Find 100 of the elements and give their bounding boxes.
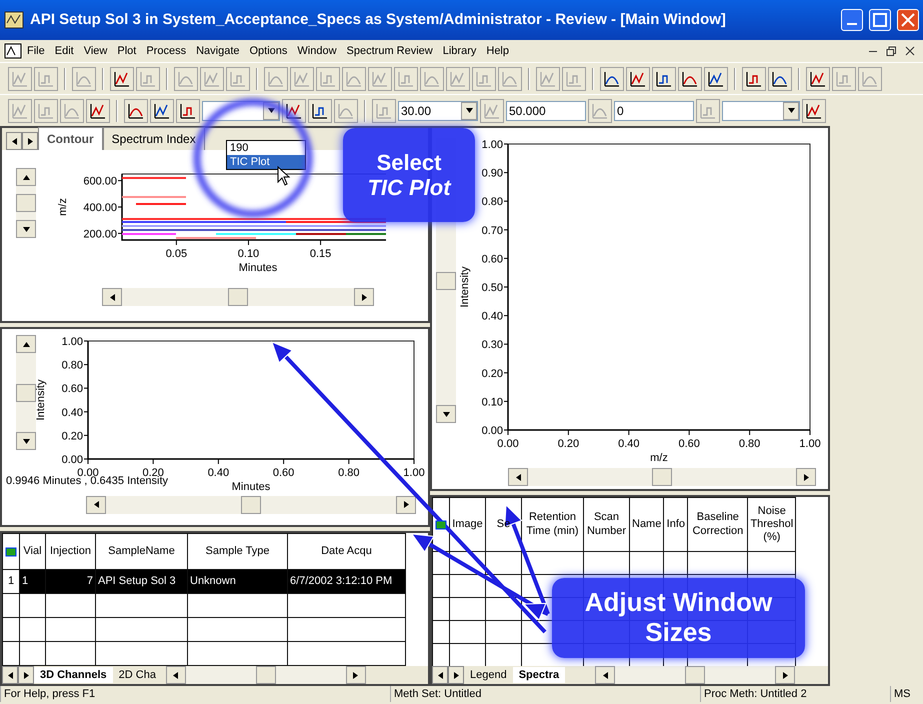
input-field[interactable]: 0: [614, 100, 694, 120]
column-header[interactable]: Info: [664, 498, 688, 552]
column-header[interactable]: Image: [450, 498, 486, 552]
menu-item[interactable]: Window: [292, 42, 342, 60]
menu-item[interactable]: Help: [481, 42, 514, 60]
scroll-thumb[interactable]: [652, 468, 672, 486]
chart-icon: [177, 70, 195, 88]
scroll-left-button[interactable]: [166, 666, 186, 684]
chart-icon: [63, 102, 81, 120]
tab-scroll-button[interactable]: [2, 666, 18, 684]
scroll-down-button[interactable]: [16, 432, 36, 450]
menu-item[interactable]: Navigate: [191, 42, 244, 60]
arrow-icon: [22, 174, 30, 180]
scroll-thumb[interactable]: [16, 194, 36, 212]
menu-item[interactable]: File: [22, 42, 50, 60]
row-header[interactable]: 1: [2, 570, 20, 594]
menu-item[interactable]: Edit: [50, 42, 79, 60]
column-header[interactable]: Scan Number: [584, 498, 630, 552]
dropdown-arrow-icon: [466, 107, 472, 114]
table-cell: Unknown: [188, 570, 288, 594]
chart-icon: [139, 70, 157, 88]
scroll-left-button[interactable]: [86, 496, 106, 514]
chart-icon: [375, 102, 393, 120]
restore-icon[interactable]: [886, 46, 897, 56]
minimize-icon[interactable]: [868, 50, 878, 52]
tab[interactable]: Contour: [38, 127, 103, 150]
menu-item[interactable]: View: [78, 42, 112, 60]
scroll-thumb[interactable]: [685, 666, 706, 684]
tool-button[interactable]: [742, 66, 766, 90]
scroll-down-button[interactable]: [16, 220, 36, 238]
scroll-right-button[interactable]: [346, 666, 366, 684]
tab-scroll-button[interactable]: [22, 132, 38, 150]
scroll-thumb[interactable]: [241, 496, 261, 514]
tick-label: 0.40: [482, 310, 503, 323]
tool-button[interactable]: [150, 98, 174, 122]
menu-item[interactable]: Plot: [112, 42, 142, 60]
tool-button[interactable]: [124, 98, 148, 122]
close-button[interactable]: [897, 9, 919, 31]
tick-label: 0.15: [310, 248, 332, 260]
chart-icon: [423, 70, 441, 88]
tick-label: 0.50: [482, 282, 503, 294]
chart-icon: [629, 70, 647, 88]
tool-button[interactable]: [678, 66, 702, 90]
tick-label: 0.20: [62, 430, 83, 442]
scroll-left-button[interactable]: [508, 468, 528, 486]
column-header[interactable]: Name: [630, 498, 664, 552]
tool-button[interactable]: [802, 98, 826, 122]
chart-icon: [371, 70, 389, 88]
tab[interactable]: Spectra: [512, 666, 566, 684]
tab-scroll-button[interactable]: [18, 666, 34, 684]
tool-button[interactable]: [806, 66, 830, 90]
menu-item[interactable]: Library: [438, 42, 482, 60]
menu-item[interactable]: Process: [141, 42, 192, 60]
tab-scroll-button[interactable]: [6, 132, 22, 150]
tab[interactable]: 2D Cha: [112, 666, 162, 684]
scroll-left-button[interactable]: [595, 666, 616, 684]
scroll-right-button[interactable]: [775, 666, 796, 684]
tool-button[interactable]: [308, 98, 332, 122]
tick-label: 0.40: [208, 467, 230, 479]
status-text: Proc Meth: Untitled 2: [700, 686, 890, 702]
column-header[interactable]: Retention Time (min): [522, 498, 584, 552]
tick-label: 0.80: [482, 196, 503, 208]
input-field[interactable]: 50.000: [506, 100, 586, 120]
scroll-down-button[interactable]: [436, 405, 456, 423]
minimize-button[interactable]: [841, 9, 863, 31]
chart-icon: [449, 70, 467, 88]
tab[interactable]: 3D Channels: [34, 666, 113, 684]
column-header[interactable]: Baseline Correction: [688, 498, 748, 552]
scroll-thumb[interactable]: [436, 272, 456, 290]
tool-button[interactable]: [110, 66, 134, 90]
chart-icon: [603, 70, 621, 88]
tool-button[interactable]: [626, 66, 650, 90]
scroll-thumb[interactable]: [228, 288, 248, 306]
scroll-left-button[interactable]: [102, 288, 122, 306]
menu-item[interactable]: Options: [244, 42, 292, 60]
tab[interactable]: Spectrum Index: [102, 127, 205, 150]
tool-button[interactable]: [86, 98, 110, 122]
tab-scroll-button[interactable]: [432, 666, 448, 684]
maximize-button[interactable]: [869, 9, 891, 31]
scroll-right-button[interactable]: [396, 496, 416, 514]
scroll-right-button[interactable]: [796, 468, 816, 486]
tool-button[interactable]: [652, 66, 676, 90]
tool-button[interactable]: [176, 98, 200, 122]
combo-box[interactable]: 30.00: [398, 100, 478, 120]
tab[interactable]: Legend: [464, 666, 513, 684]
scroll-up-button[interactable]: [16, 168, 36, 186]
tool-button[interactable]: [704, 66, 728, 90]
scroll-thumb[interactable]: [256, 666, 276, 684]
close-icon[interactable]: [905, 46, 915, 56]
dropdown-option[interactable]: TIC Plot: [227, 155, 305, 169]
tool-button[interactable]: [600, 66, 624, 90]
tab-scroll-button[interactable]: [448, 666, 464, 684]
scroll-right-button[interactable]: [354, 288, 374, 306]
chart-icon: [311, 102, 329, 120]
scroll-up-button[interactable]: [16, 335, 36, 353]
tool-button[interactable]: [768, 66, 792, 90]
arrow-icon: [602, 672, 609, 678]
scroll-thumb[interactable]: [16, 384, 36, 402]
menu-item[interactable]: Spectrum Review: [342, 42, 438, 60]
column-header[interactable]: Noise Threshol (%): [748, 498, 796, 552]
